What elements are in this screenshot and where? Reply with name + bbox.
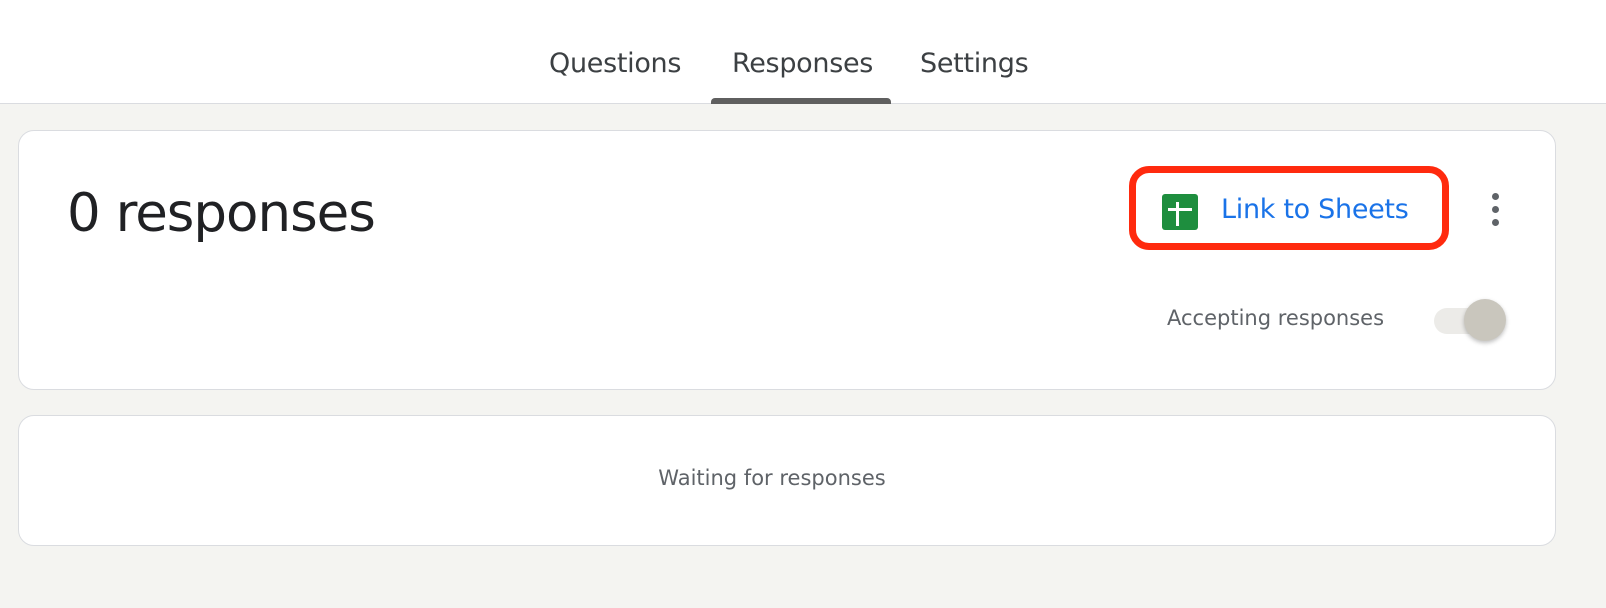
tab-bar: Questions Responses Settings [0, 0, 1606, 104]
responses-summary-card: 0 responses Link to Sheets Accepting res… [18, 130, 1556, 390]
accepting-responses-label: Accepting responses [1167, 306, 1385, 330]
tab-responses[interactable]: Responses [732, 48, 873, 79]
tab-questions[interactable]: Questions [549, 48, 681, 79]
waiting-for-responses-text: Waiting for responses [658, 466, 886, 490]
google-sheets-icon [1162, 194, 1198, 230]
response-count-title: 0 responses [67, 183, 376, 244]
link-to-sheets-label: Link to Sheets [1221, 194, 1409, 225]
tab-settings[interactable]: Settings [920, 48, 1029, 79]
waiting-responses-card: Waiting for responses [18, 415, 1556, 546]
active-tab-indicator [711, 98, 891, 104]
toggle-thumb [1464, 299, 1506, 341]
accepting-responses-toggle[interactable] [1434, 299, 1514, 343]
more-vert-icon[interactable] [1489, 193, 1503, 233]
link-to-sheets-button[interactable]: Link to Sheets [1129, 166, 1449, 250]
